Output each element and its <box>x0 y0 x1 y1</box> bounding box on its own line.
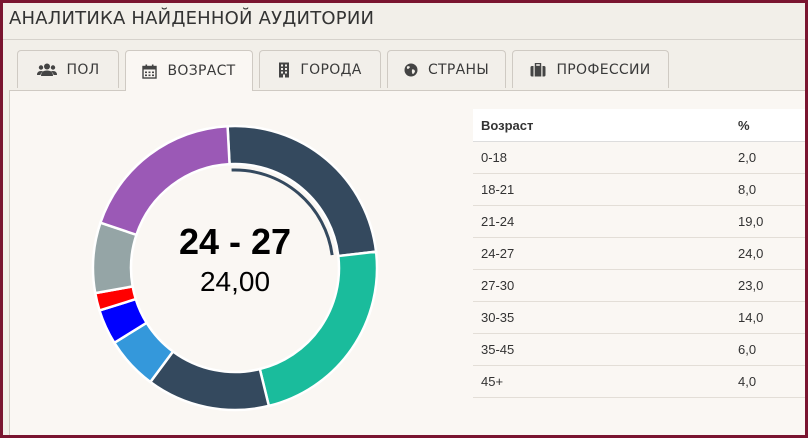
table-row: 18-21 8,0 <box>473 173 805 206</box>
tab-gender[interactable]: ПОЛ <box>17 50 119 88</box>
donut-slice-30-35[interactable] <box>148 349 271 412</box>
table-row: 0-18 2,0 <box>473 141 805 174</box>
globe-icon <box>404 63 418 77</box>
column-header-percent: % <box>730 109 805 142</box>
percent-cell: 24,0 <box>730 237 805 270</box>
donut-slice-21-24[interactable] <box>98 124 231 237</box>
table-row: 27-30 23,0 <box>473 269 805 302</box>
age-range-cell: 18-21 <box>473 173 730 206</box>
percent-cell: 8,0 <box>730 173 805 206</box>
tab-cities[interactable]: ГОРОДА <box>259 50 381 88</box>
table-header-row: Возраст % <box>473 109 805 142</box>
age-range-cell: 45+ <box>473 365 730 398</box>
donut-center-value: 24,00 <box>199 266 271 297</box>
app-frame: АНАЛИТИКА НАЙДЕННОЙ АУДИТОРИИ ПОЛ ВОЗРАС… <box>0 0 808 438</box>
age-range-cell: 30-35 <box>473 301 730 334</box>
tab-gender-label: ПОЛ <box>66 61 100 78</box>
age-range-cell: 24-27 <box>473 237 730 270</box>
table-row: 21-24 19,0 <box>473 205 805 238</box>
tab-countries[interactable]: СТРАНЫ <box>387 50 506 88</box>
table-row: 24-27 24,0 <box>473 237 805 270</box>
table-row: 45+ 4,0 <box>473 365 805 398</box>
age-range-cell: 27-30 <box>473 269 730 302</box>
percent-cell: 6,0 <box>730 333 805 366</box>
briefcase-icon <box>530 62 546 77</box>
percent-cell: 2,0 <box>730 141 805 174</box>
percent-cell: 23,0 <box>730 269 805 302</box>
age-range-cell: 0-18 <box>473 141 730 174</box>
page-title: АНАЛИТИКА НАЙДЕННОЙ АУДИТОРИИ <box>9 8 375 29</box>
building-icon <box>278 62 290 78</box>
column-header-age: Возраст <box>473 109 730 142</box>
tab-age[interactable]: ВОЗРАСТ <box>125 50 253 91</box>
age-range-cell: 21-24 <box>473 205 730 238</box>
title-divider <box>3 39 805 40</box>
table-row: 30-35 14,0 <box>473 301 805 334</box>
tab-professions-label: ПРОФЕССИИ <box>556 61 651 78</box>
percent-cell: 4,0 <box>730 365 805 398</box>
percent-cell: 14,0 <box>730 301 805 334</box>
tab-age-label: ВОЗРАСТ <box>167 63 236 79</box>
age-range-cell: 35-45 <box>473 333 730 366</box>
tab-professions[interactable]: ПРОФЕССИИ <box>512 50 669 88</box>
calendar-icon <box>142 64 158 79</box>
age-table: Возраст % 0-18 2,0 18-21 8,0 21-24 19,0 24-… <box>473 109 805 398</box>
tab-panel-age: 24 - 27 24,00 Возраст % 0-18 2,0 18-21 8,0… <box>9 90 805 435</box>
percent-cell: 19,0 <box>730 205 805 238</box>
donut-center-label: 24 - 27 <box>178 221 292 262</box>
table-row: 35-45 6,0 <box>473 333 805 366</box>
tab-cities-label: ГОРОДА <box>300 61 362 78</box>
tab-countries-label: СТРАНЫ <box>427 61 490 78</box>
users-icon <box>36 63 57 77</box>
